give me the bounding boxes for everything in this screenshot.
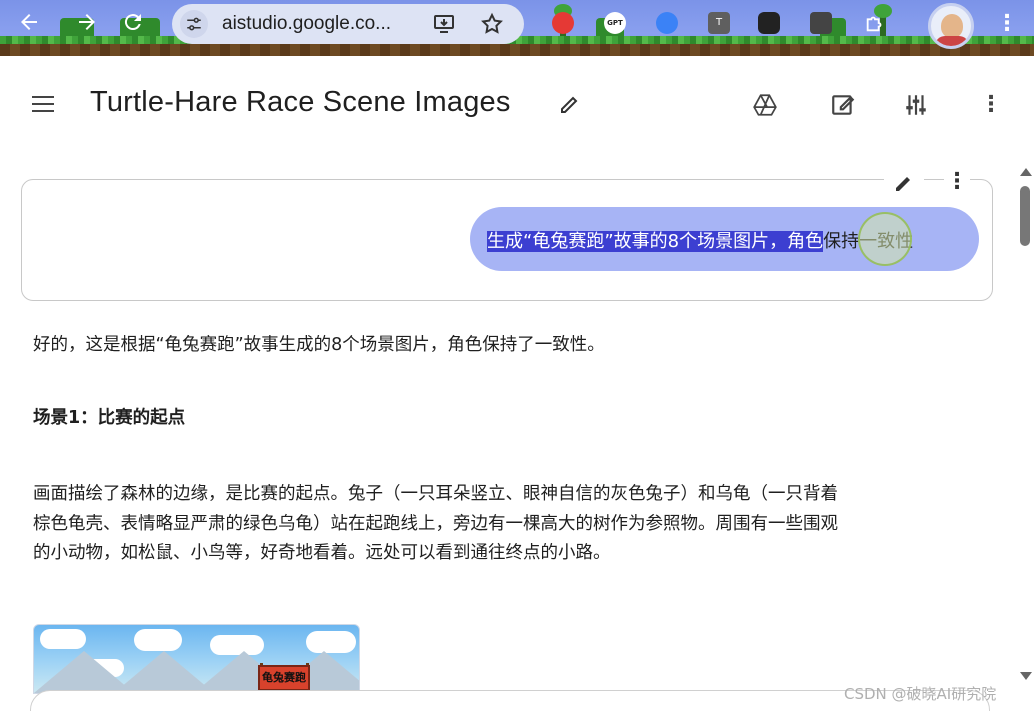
extension-globe-icon[interactable] [656, 12, 678, 34]
extension-t-icon[interactable]: T [708, 12, 730, 34]
watermark: CSDN @破晓AI研究院 [844, 685, 997, 703]
avatar-face [941, 14, 963, 38]
address-bar[interactable]: aistudio.google.co... [172, 4, 524, 44]
extension-incognito-icon[interactable] [758, 12, 780, 34]
app-header: Turtle-Hare Race Scene Images ⋮ [0, 56, 1034, 152]
user-prompt-text[interactable]: 生成“龟兔赛跑”故事的8个场景图片，角色保持一致性 [487, 227, 913, 253]
more-options-icon[interactable]: ⋮ [978, 92, 1004, 118]
site-settings-icon[interactable] [180, 10, 208, 38]
profile-avatar[interactable] [928, 3, 974, 49]
extension-box-icon[interactable] [810, 12, 832, 34]
browser-toolbar: aistudio.google.co... GPT T ⋮ [0, 0, 1034, 56]
menu-hamburger-icon[interactable] [32, 96, 54, 112]
scene1-line-3: 的小动物，如松鼠、小鸟等，好奇地看着。远处可以看到通往终点的小路。 [33, 543, 611, 563]
tune-settings-icon[interactable] [903, 92, 929, 118]
prompt-selected-text: 生成“龟兔赛跑”故事的8个场景图片，角色 [487, 231, 824, 252]
scroll-down-arrow-icon[interactable] [1020, 672, 1032, 680]
forward-arrow-icon[interactable] [74, 10, 100, 36]
back-arrow-icon[interactable] [16, 10, 42, 36]
compare-edit-icon[interactable] [830, 92, 856, 118]
browser-menu-icon[interactable]: ⋮ [996, 10, 1018, 38]
prompt-more-icon[interactable]: ⋮ [944, 166, 970, 200]
edit-prompt-icon[interactable] [884, 166, 924, 200]
scene1-line-2: 棕色龟壳、表情略显严肃的绿色乌龟）站在起跑线上，旁边有一棵高大的树作为参照物。周… [33, 514, 838, 534]
extensions-puzzle-icon[interactable] [864, 12, 886, 34]
cloud [134, 629, 182, 651]
extension-gpt-icon[interactable]: GPT [604, 12, 626, 34]
race-banner: 龟兔赛跑 [258, 665, 310, 691]
drive-icon[interactable] [752, 92, 778, 118]
pixel-ground-decoration [0, 44, 1034, 56]
scene1-heading: 场景1：比赛的起点 [33, 408, 186, 428]
mouse-cursor-highlight [858, 212, 912, 266]
reload-icon[interactable] [120, 10, 146, 36]
scroll-thumb[interactable] [1020, 186, 1030, 246]
extension-t-label: T [715, 17, 723, 28]
scene1-image[interactable]: 龟兔赛跑 [33, 624, 360, 694]
url-text[interactable]: aistudio.google.co... [222, 13, 391, 35]
extension-gpt-label: GPT [607, 19, 623, 27]
edit-title-icon[interactable] [558, 92, 582, 116]
cloud [306, 631, 356, 653]
scene1-line-1: 画面描绘了森林的边缘，是比赛的起点。兔子（一只耳朵竖立、眼神自信的灰色兔子）和乌… [33, 484, 838, 504]
response-intro: 好的，这是根据“龟兔赛跑”故事生成的8个场景图片，角色保持了一致性。 [33, 335, 605, 355]
scrollbar[interactable] [1016, 168, 1034, 688]
install-app-icon[interactable] [432, 12, 456, 36]
extension-hand-icon[interactable] [552, 12, 574, 34]
scroll-up-arrow-icon[interactable] [1020, 168, 1032, 176]
bookmark-star-icon[interactable] [480, 12, 504, 36]
cloud [40, 629, 86, 649]
page-title: Turtle-Hare Race Scene Images [90, 86, 511, 118]
